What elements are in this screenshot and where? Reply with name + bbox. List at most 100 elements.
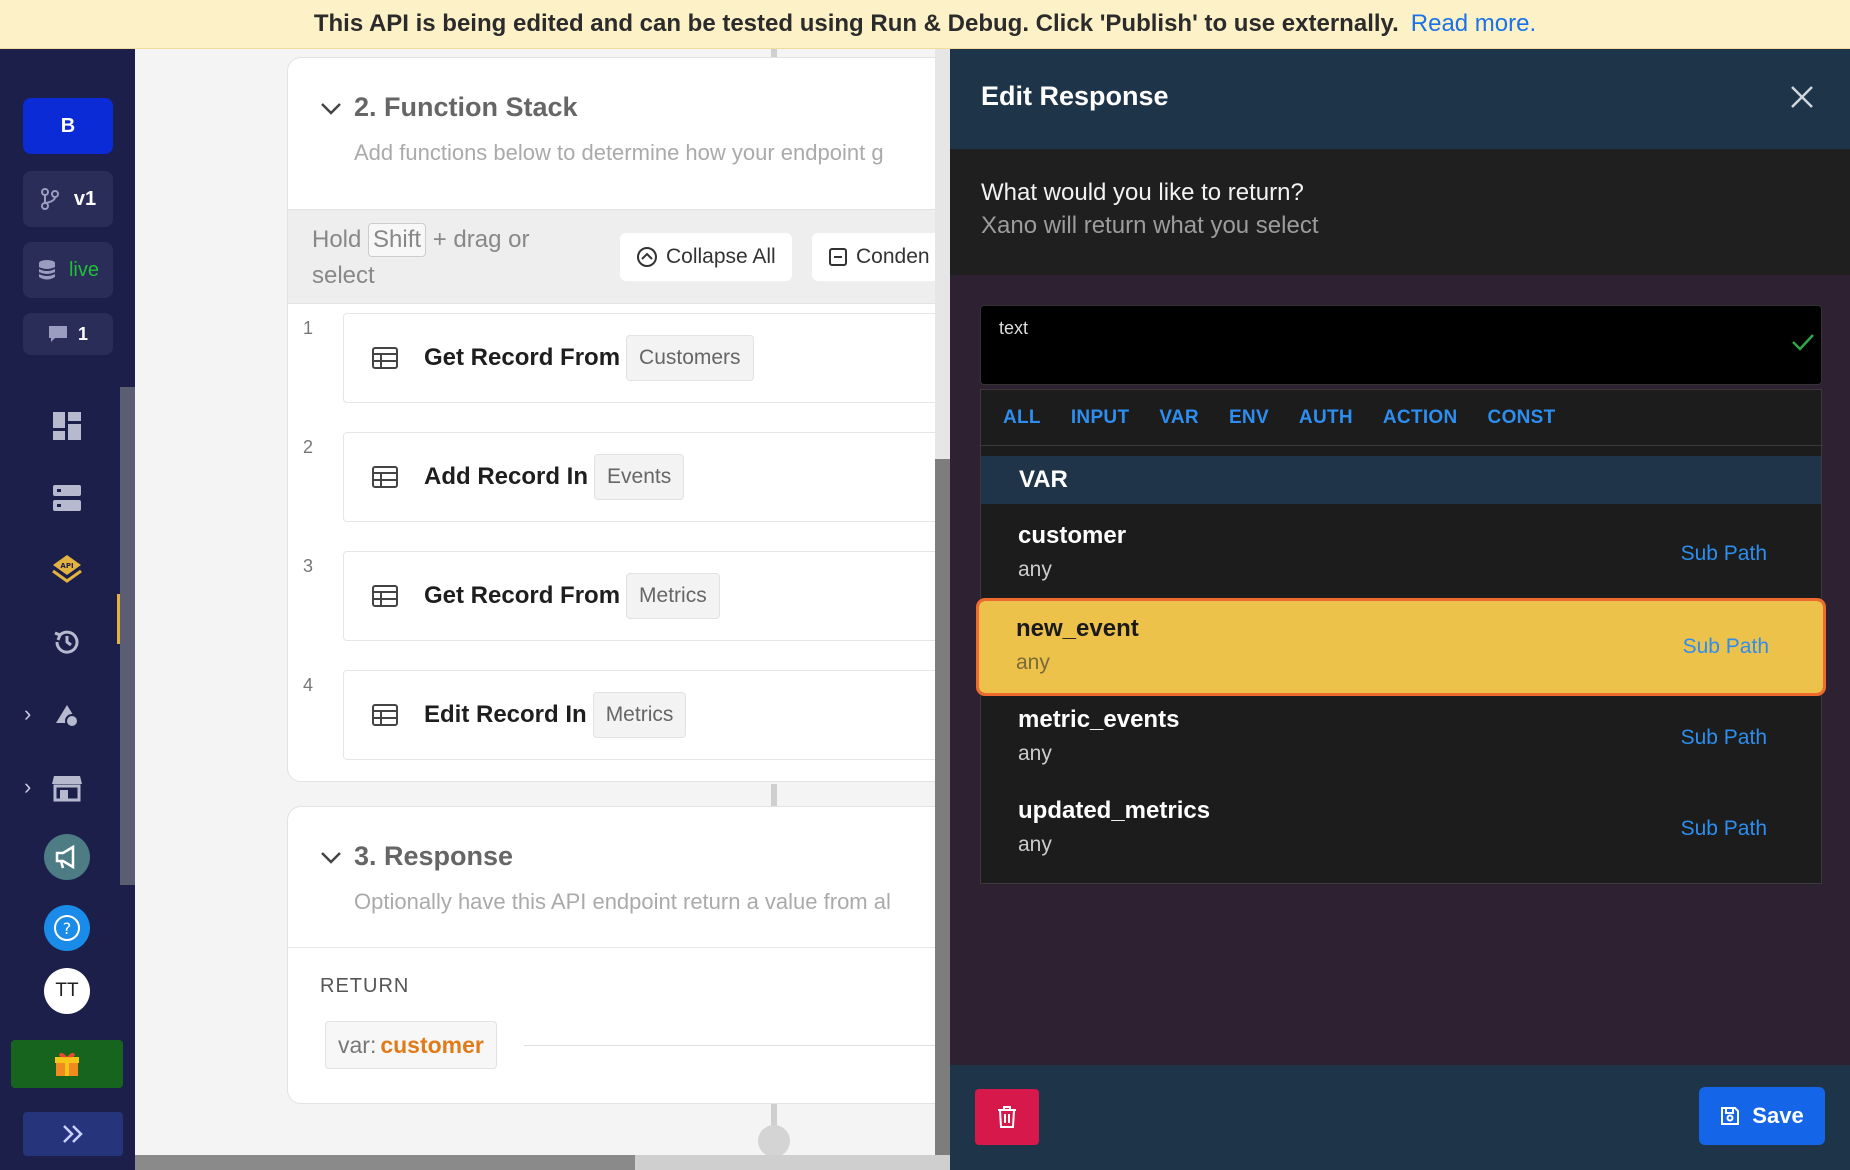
tab-all[interactable]: ALL — [1003, 407, 1041, 429]
tab-input[interactable]: INPUT — [1071, 407, 1130, 429]
option-new-event[interactable]: new_event any Sub Path — [976, 598, 1826, 696]
sub-path-link[interactable]: Sub Path — [1681, 542, 1767, 566]
option-metric-events[interactable]: metric_events any Sub Path — [981, 692, 1821, 784]
prompt-subtitle: Xano will return what you select — [981, 212, 1319, 239]
option-type: any — [1018, 833, 1052, 856]
chevron-right-icon[interactable]: › — [24, 774, 31, 800]
table-tag[interactable]: Metrics — [626, 573, 720, 619]
table-tag[interactable]: Customers — [626, 335, 754, 381]
datasource-button[interactable]: live — [23, 242, 113, 298]
function-stack-card: 2. Function Stack Add functions below to… — [287, 57, 950, 782]
comments-button[interactable]: 1 — [23, 313, 113, 355]
scroll-thumb[interactable] — [935, 459, 950, 1170]
divider — [524, 1045, 950, 1046]
comments-count: 1 — [77, 323, 88, 344]
function-stack-toolbar: Hold Shift + drag or select Collapse All… — [288, 209, 950, 304]
double-chevron-right-icon — [63, 1125, 83, 1143]
addons-icon[interactable] — [50, 699, 84, 733]
option-name: new_event — [1016, 615, 1139, 642]
table-icon — [372, 466, 398, 488]
function-row[interactable]: Get Record From Customers — [343, 313, 950, 403]
step-number: 3 — [303, 556, 314, 576]
expand-sidebar-button[interactable] — [23, 1112, 123, 1156]
step-number: 1 — [303, 318, 314, 338]
table-tag[interactable]: Metrics — [592, 692, 687, 738]
function-action: Get Record From — [424, 344, 621, 371]
option-customer[interactable]: customer any Sub Path — [981, 508, 1821, 600]
tab-var[interactable]: VAR — [1159, 407, 1199, 429]
delete-button[interactable] — [975, 1089, 1039, 1145]
response-description: Optionally have this API endpoint return… — [354, 889, 891, 914]
return-value-input[interactable]: text — [980, 305, 1822, 385]
database-tables-icon[interactable] — [50, 481, 84, 515]
option-name: metric_events — [1018, 706, 1180, 733]
collapse-all-button[interactable]: Collapse All — [620, 233, 792, 281]
sub-path-link[interactable]: Sub Path — [1683, 635, 1769, 659]
announcements-icon[interactable] — [44, 834, 90, 880]
shift-key: Shift — [368, 223, 427, 257]
collapse-all-label: Collapse All — [666, 245, 776, 268]
marketplace-icon[interactable] — [50, 771, 84, 805]
condense-button[interactable]: Conden — [812, 233, 946, 281]
return-var-pill[interactable]: var: customer — [325, 1021, 497, 1069]
workspace-button[interactable]: B — [23, 98, 113, 154]
condense-label: Conden — [856, 245, 930, 268]
prompt-question: What would you like to return? — [981, 179, 1304, 206]
divider — [288, 947, 950, 948]
canvas-horizontal-scrollbar[interactable] — [135, 1155, 950, 1170]
tab-env[interactable]: ENV — [1229, 407, 1269, 429]
step-number: 2 — [303, 437, 314, 457]
svg-text:API: API — [60, 562, 73, 570]
scroll-thumb[interactable] — [135, 1155, 635, 1170]
help-icon[interactable]: ? — [44, 905, 90, 951]
close-icon[interactable] — [1784, 79, 1820, 115]
function-row[interactable]: Edit Record In Metrics r — [343, 670, 950, 760]
dashboard-icon[interactable] — [50, 409, 84, 443]
variable-picker-dropdown: ALL INPUT VAR ENV AUTH ACTION CONST VAR … — [976, 389, 1826, 884]
svg-text:?: ? — [63, 919, 72, 938]
gift-icon — [55, 1052, 79, 1076]
panel-header: Edit Response — [950, 49, 1850, 149]
option-type: any — [1018, 742, 1052, 765]
tab-auth[interactable]: AUTH — [1299, 407, 1353, 429]
function-row[interactable]: Add Record In Events — [343, 432, 950, 522]
tab-action[interactable]: ACTION — [1383, 407, 1458, 429]
function-action: Add Record In — [424, 463, 589, 490]
sidebar-scrollbar[interactable] — [120, 387, 135, 885]
collapse-chevron-icon[interactable] — [320, 845, 342, 871]
chevron-right-icon[interactable]: › — [24, 701, 31, 727]
avatar[interactable]: TT — [44, 968, 90, 1014]
api-icon[interactable]: API — [50, 552, 84, 586]
connector-line — [771, 784, 777, 806]
sub-path-link[interactable]: Sub Path — [1681, 726, 1767, 750]
table-tag[interactable]: Events — [594, 454, 685, 500]
collapse-chevron-icon[interactable] — [320, 96, 342, 122]
sidebar: B v1 live 1 API › › ? TT — [0, 49, 135, 1170]
read-more-link[interactable]: Read more. — [1411, 10, 1536, 38]
gift-button[interactable] — [11, 1040, 123, 1088]
branch-label: v1 — [73, 187, 97, 210]
avatar-initials: TT — [55, 980, 79, 1001]
sub-path-link[interactable]: Sub Path — [1681, 817, 1767, 841]
branch-icon — [40, 188, 59, 210]
function-stack-title: 2. Function Stack — [354, 92, 578, 122]
trash-icon — [998, 1106, 1016, 1128]
option-type: any — [1016, 651, 1050, 674]
edit-response-panel: Edit Response What would you like to ret… — [950, 49, 1850, 1170]
step-number: 4 — [303, 675, 314, 695]
function-row[interactable]: Get Record From Metrics — [343, 551, 950, 641]
option-name: updated_metrics — [1018, 797, 1211, 824]
option-type: any — [1018, 558, 1052, 581]
table-icon — [372, 585, 398, 607]
add-node-handle[interactable] — [758, 1125, 790, 1157]
option-updated-metrics[interactable]: updated_metrics any Sub Path — [981, 783, 1821, 875]
function-stack-description: Add functions below to determine how you… — [354, 140, 884, 165]
history-icon[interactable] — [50, 625, 84, 659]
drag-hint: Hold Shift + drag or select — [312, 222, 572, 294]
canvas-vertical-scrollbar[interactable] — [935, 49, 950, 1170]
panel-footer: Save — [950, 1065, 1850, 1170]
section-header-var: VAR — [981, 456, 1821, 504]
tab-const[interactable]: CONST — [1488, 407, 1556, 429]
branch-button[interactable]: v1 — [23, 171, 113, 227]
save-button[interactable]: Save — [1699, 1087, 1825, 1145]
